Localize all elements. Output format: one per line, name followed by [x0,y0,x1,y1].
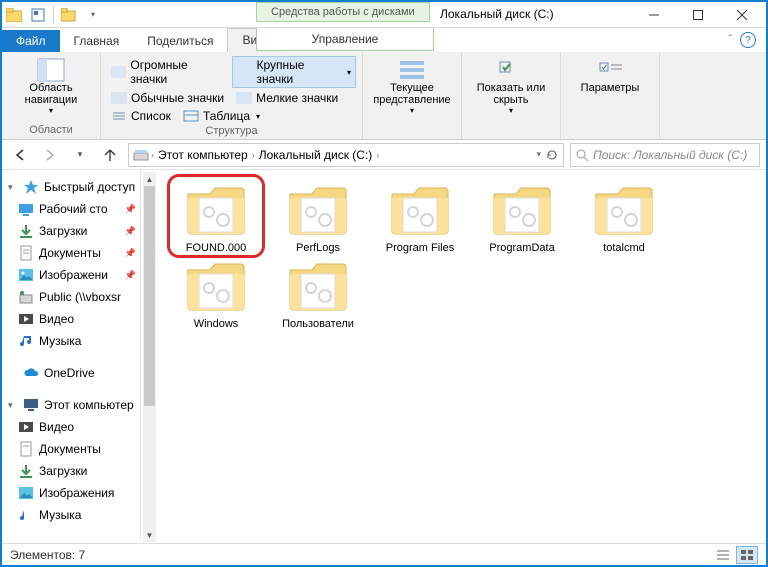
folder-name: ProgramData [489,242,554,254]
sidebar-this-pc[interactable]: ▾Этот компьютер [2,394,140,416]
layout-huge-icons[interactable]: Огромные значки [107,56,228,88]
layout-list[interactable]: Список [107,108,175,124]
refresh-icon[interactable] [545,148,559,162]
chevron-right-icon[interactable]: › [376,150,379,160]
sidebar-public[interactable]: Public (\\vboxsr [2,286,140,308]
tab-share[interactable]: Поделиться [133,30,227,52]
sidebar-pictures-pc[interactable]: Изображения [2,482,140,504]
sidebar-music[interactable]: Музыка [2,330,140,352]
pin-icon: 📌 [125,204,136,215]
ribbon-group-show-hide: Показать или скрыть▾ [462,52,561,139]
view-large-icons-button[interactable] [736,546,758,564]
search-input[interactable]: Поиск: Локальный диск (C:) [570,143,760,167]
maximize-button[interactable] [676,2,720,28]
qat-properties-icon[interactable] [26,4,50,26]
window-title: Локальный диск (C:) [440,7,554,21]
sidebar-desktop[interactable]: Рабочий сто📌 [2,198,140,220]
folder-item[interactable]: Windows [175,258,257,330]
chevron-right-icon[interactable]: › [151,150,154,160]
folder-view[interactable]: FOUND.000 PerfLogs Program Files Program… [167,170,766,540]
folder-name: Windows [194,318,239,330]
minimize-button[interactable] [632,2,676,28]
pin-icon: 📌 [125,226,136,237]
tab-manage[interactable]: Управление [256,28,434,51]
collapse-ribbon-icon[interactable]: ˆ [729,34,732,45]
recent-locations-button[interactable]: ▾ [68,143,92,167]
navigation-pane-label: Область навигации [12,82,90,106]
folder-item[interactable]: PerfLogs [277,182,359,254]
address-dropdown-icon[interactable]: ▾ [536,149,541,160]
folder-item[interactable]: totalcmd [583,182,665,254]
back-button[interactable] [8,143,32,167]
pin-icon: 📌 [125,270,136,281]
breadcrumb-this-pc[interactable]: Этот компьютер [156,148,250,162]
sidebar-downloads-pc[interactable]: Загрузки [2,460,140,482]
sidebar-documents[interactable]: Документы📌 [2,242,140,264]
qat-dropdown-icon[interactable]: ▾ [81,4,105,26]
sidebar-onedrive[interactable]: ▸OneDrive [2,362,140,384]
navigation-pane-button[interactable]: Область навигации ▾ [8,56,94,117]
layout-small-icons[interactable]: Мелкие значки [232,90,342,106]
folder-name: PerfLogs [296,242,340,254]
help-button[interactable]: ? [740,32,756,48]
layout-large-icons[interactable]: Крупные значки▾ [232,56,356,88]
tab-file[interactable]: Файл [2,30,60,52]
sidebar-scrollbar[interactable]: ▲ ▼ [143,172,156,542]
contextual-tab-disk-tools[interactable]: Средства работы с дисками [256,2,430,22]
ribbon-group-layout: Огромные значки Крупные значки▾ Обычные … [101,52,363,139]
folder-item[interactable]: Program Files [379,182,461,254]
ribbon-group-options: Параметры [561,52,660,139]
folder-name: Пользователи [282,318,354,330]
folder-item[interactable]: Пользователи [277,258,359,330]
options-button[interactable]: Параметры [567,56,653,96]
group-label-layout: Структура [107,124,356,138]
up-button[interactable] [98,143,122,167]
view-details-button[interactable] [712,546,734,564]
drive-icon [133,148,149,162]
breadcrumb[interactable]: › Этот компьютер › Локальный диск (C:) ›… [128,143,564,167]
sidebar-music-pc[interactable]: Музыка [2,504,140,526]
forward-button[interactable] [38,143,62,167]
ribbon-group-current-view: Текущее представление▾ [363,52,462,139]
group-label-regions: Области [8,123,94,137]
sidebar-videos[interactable]: Видео [2,308,140,330]
status-item-count: Элементов: 7 [10,548,85,562]
layout-normal-icons[interactable]: Обычные значки [107,90,228,106]
folder-name: totalcmd [603,242,645,254]
layout-table[interactable]: Таблица▾ [179,108,264,124]
chevron-right-icon[interactable]: › [252,150,255,160]
folder-name: Program Files [386,242,454,254]
sidebar-videos-pc[interactable]: Видео [2,416,140,438]
system-menu-icon[interactable] [2,4,26,26]
current-view-button[interactable]: Текущее представление▾ [369,56,455,117]
ribbon-group-regions: Область навигации ▾ Области [2,52,101,139]
sidebar-pictures[interactable]: Изображени📌 [2,264,140,286]
qat-new-folder-icon[interactable] [57,4,81,26]
breadcrumb-drive[interactable]: Локальный диск (C:) [257,148,375,162]
show-hide-button[interactable]: Показать или скрыть▾ [468,56,554,117]
folder-name: FOUND.000 [186,242,247,254]
pin-icon: 📌 [125,248,136,259]
sidebar-downloads[interactable]: Загрузки📌 [2,220,140,242]
close-button[interactable] [720,2,764,28]
sidebar-quick-access[interactable]: ▾Быстрый доступ [2,176,140,198]
tab-home[interactable]: Главная [60,30,134,52]
folder-item[interactable]: FOUND.000 [175,182,257,254]
sidebar-documents-pc[interactable]: Документы [2,438,140,460]
folder-item[interactable]: ProgramData [481,182,563,254]
navigation-tree[interactable]: ▾Быстрый доступ Рабочий сто📌 Загрузки📌 Д… [2,170,141,540]
search-icon [575,148,589,162]
